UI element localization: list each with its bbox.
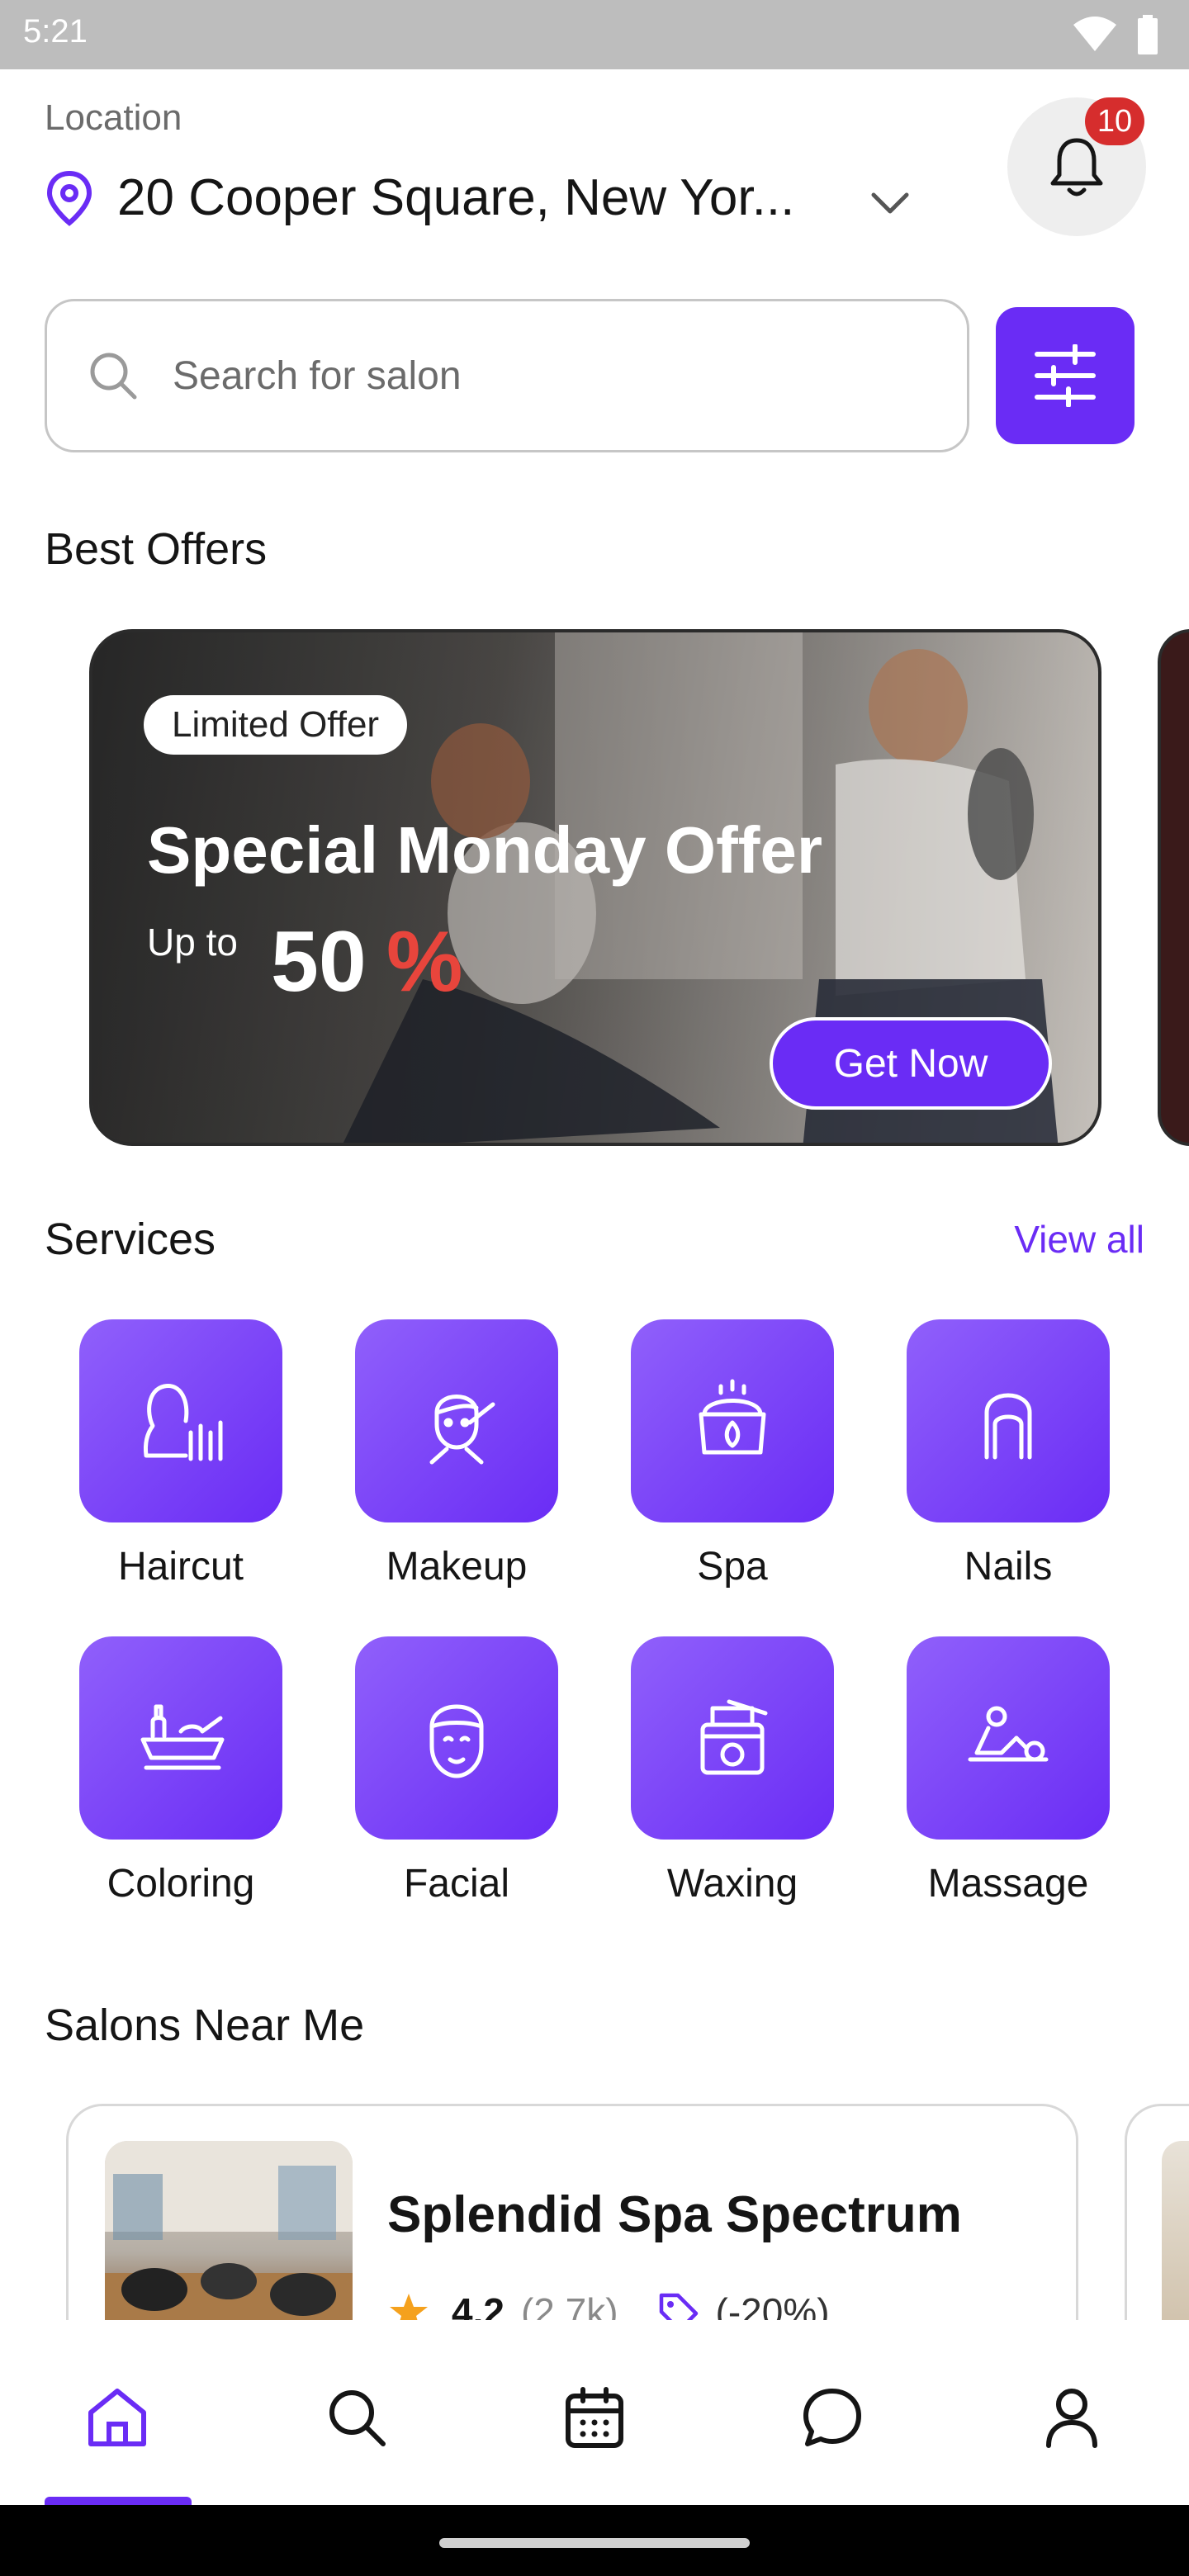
service-label: Spa [697,1545,768,1589]
battery-icon [1138,15,1158,54]
view-all-link[interactable]: View all [1014,1217,1144,1262]
status-bar: 5:21 [0,0,1189,69]
offer-headline: Special Monday Offer [147,813,822,887]
waxing-icon [700,1699,768,1775]
facial-icon [429,1704,484,1778]
get-now-button[interactable]: Get Now [770,1017,1052,1110]
offer-percent-number: 50 [271,914,367,1010]
location-pin-icon [46,170,92,226]
service-haircut[interactable]: Haircut [79,1319,282,1589]
spa-tile[interactable] [631,1319,834,1522]
limited-offer-tag: Limited Offer [144,695,408,755]
location-value: 20 Cooper Square, New Yor... [117,169,795,226]
location-selector[interactable]: 20 Cooper Square, New Yor... [45,168,794,227]
service-spa[interactable]: Spa [631,1319,834,1589]
system-navigation-bar [0,2505,1189,2576]
search-icon [329,2390,386,2446]
service-facial[interactable]: Facial [355,1636,558,1906]
next-offer-banner[interactable] [1158,629,1189,1146]
service-label: Haircut [117,1545,244,1589]
bell-icon [1050,138,1103,197]
massage-tile[interactable] [907,1636,1110,1840]
service-label: Massage [927,1862,1089,1906]
service-label: Waxing [666,1862,798,1906]
best-offers-title: Best Offers [45,524,268,574]
service-label: Coloring [107,1862,255,1906]
service-coloring[interactable]: Coloring [79,1636,282,1906]
nav-profile[interactable] [1022,2376,1121,2459]
facial-tile[interactable] [355,1636,558,1840]
makeup-tile[interactable] [355,1319,558,1522]
makeup-icon [429,1395,495,1465]
salons-near-me-title: Salons Near Me [45,2001,365,2050]
home-icon [88,2389,146,2446]
calendar-icon [566,2387,623,2448]
offer-percent-sign: % [386,914,463,1010]
search-bar[interactable] [45,299,969,452]
wifi-icon [1073,17,1116,51]
notification-badge: 10 [1085,97,1144,145]
service-waxing[interactable]: Waxing [631,1636,834,1906]
chat-icon [803,2389,861,2446]
location-caption: Location [45,97,182,138]
service-makeup[interactable]: Makeup [355,1319,558,1589]
salon-name: Splendid Spa Spectrum [387,2186,962,2243]
nails-icon [984,1393,1032,1460]
service-nails[interactable]: Nails [907,1319,1110,1589]
salon-home-screen: 5:21 Location 20 Cooper Square, New Yor.… [0,0,1189,2576]
coloring-icon [140,1704,225,1770]
active-tab-indicator [45,2497,192,2505]
service-label: Nails [964,1545,1053,1589]
waxing-tile[interactable] [631,1636,834,1840]
bottom-navigation [0,2320,1189,2505]
haircut-tile[interactable] [79,1319,282,1522]
offer-banner[interactable]: Limited Offer Special Monday Offer Up to… [89,629,1101,1146]
nav-bookings[interactable] [545,2376,644,2459]
service-label: Makeup [386,1545,528,1589]
haircut-icon [144,1384,223,1461]
nails-tile[interactable] [907,1319,1110,1522]
filter-button[interactable] [996,307,1135,444]
spa-icon [699,1379,766,1455]
nav-home[interactable] [68,2376,167,2459]
sliders-icon [1035,344,1096,407]
service-massage[interactable]: Massage [907,1636,1110,1906]
search-icon [90,353,137,400]
nav-search[interactable] [307,2376,406,2459]
nav-messages[interactable] [783,2376,882,2459]
massage-icon [968,1706,1049,1762]
home-gesture-handle[interactable] [439,2538,750,2548]
service-label: Facial [403,1862,510,1906]
system-icons [1072,15,1159,54]
services-title: Services [45,1215,216,1264]
status-time: 5:21 [23,13,88,50]
coloring-tile[interactable] [79,1636,282,1840]
profile-icon [1046,2389,1097,2448]
chevron-down-icon[interactable] [869,188,912,218]
search-input[interactable] [173,353,916,399]
offer-upto-label: Up to [147,921,238,964]
